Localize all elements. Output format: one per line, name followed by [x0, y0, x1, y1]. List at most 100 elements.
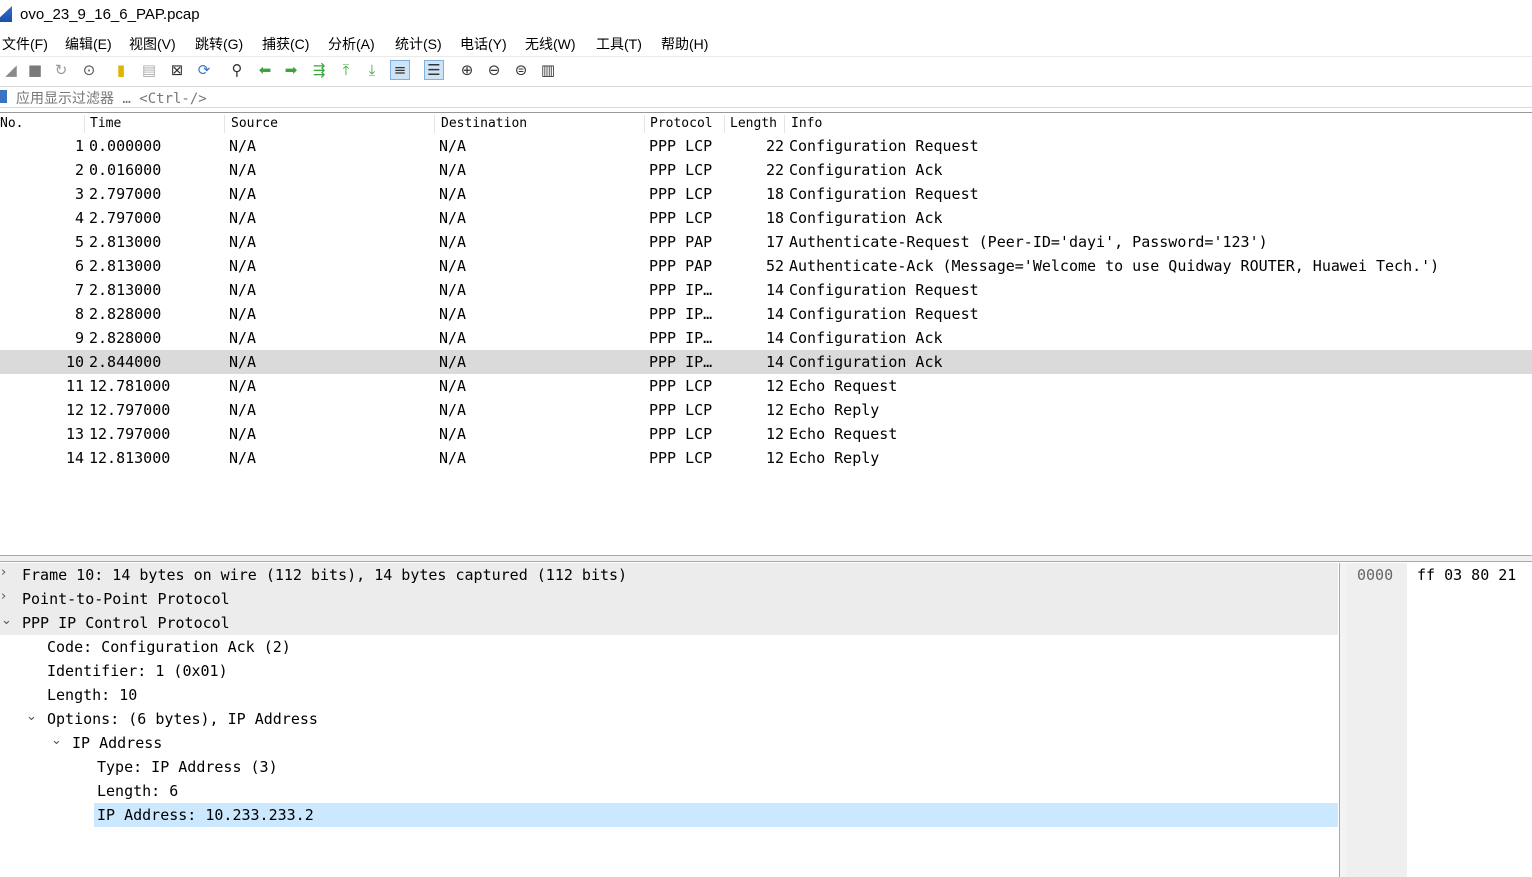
column-header-info[interactable]: Info	[791, 116, 822, 131]
menu-edit[interactable]: 编辑(E)	[65, 34, 112, 54]
packet-info: Configuration Ack	[789, 161, 943, 179]
goto-icon[interactable]: ⇶	[310, 61, 328, 79]
bookmark-icon[interactable]	[0, 90, 7, 103]
zoom-reset-icon[interactable]: ⊜	[512, 61, 530, 79]
expand-arrow-icon[interactable]: ›	[1, 589, 15, 604]
packet-row[interactable]: 5 2.813000 N/A N/A PPP PAP 17 Authenticate-Req…	[0, 230, 1532, 254]
forward-icon[interactable]: ➡	[282, 61, 300, 79]
expand-arrow-icon[interactable]: ›	[1, 565, 15, 580]
detail-tree-item[interactable]: Identifier: 1 (0x01)	[0, 659, 1338, 683]
menu-statistics[interactable]: 统计(S)	[395, 34, 442, 54]
collapse-arrow-icon[interactable]: ⌄	[26, 709, 40, 724]
detail-tree-text: Type: IP Address (3)	[97, 758, 278, 776]
packet-length: 12	[765, 425, 784, 443]
menu-file[interactable]: 文件(F)	[2, 34, 48, 54]
packet-info: Configuration Request	[789, 137, 979, 155]
packet-row[interactable]: 2 0.016000 N/A N/A PPP LCP 22 Configuration Ac…	[0, 158, 1532, 182]
detail-tree-item[interactable]: › Point-to-Point Protocol	[0, 587, 1338, 611]
column-header-length[interactable]: Length	[730, 116, 777, 131]
packet-row[interactable]: 1 0.000000 N/A N/A PPP LCP 22 Configuration Re…	[0, 134, 1532, 158]
packet-info: Echo Request	[789, 377, 898, 395]
packet-length: 18	[765, 209, 784, 227]
packet-length: 17	[765, 233, 784, 251]
packet-row[interactable]: 12 12.797000 N/A N/A PPP LCP 12 Echo Reply	[0, 398, 1532, 422]
packet-details-pane: › Frame 10: 14 bytes on wire (112 bits), …	[0, 563, 1340, 877]
open-icon[interactable]: ▮	[112, 61, 130, 79]
find-icon[interactable]: ⚲	[228, 61, 246, 79]
packet-row[interactable]: 3 2.797000 N/A N/A PPP LCP 18 Configuration Re…	[0, 182, 1532, 206]
packet-row[interactable]: 13 12.797000 N/A N/A PPP LCP 12 Echo Request	[0, 422, 1532, 446]
packet-row[interactable]: 7 2.813000 N/A N/A PPP IP… 14 Configuration Re…	[0, 278, 1532, 302]
packet-row[interactable]: 11 12.781000 N/A N/A PPP LCP 12 Echo Request	[0, 374, 1532, 398]
display-filter-bar: 应用显示过滤器 … <Ctrl-/>	[0, 86, 1532, 108]
detail-tree-text: IP Address	[72, 734, 163, 752]
bytes-offset-column	[1347, 563, 1407, 877]
menu-wireless[interactable]: 无线(W)	[525, 34, 576, 54]
packet-length: 52	[765, 257, 784, 275]
column-header-no[interactable]: No.	[0, 116, 23, 131]
detail-tree-item[interactable]: › Frame 10: 14 bytes on wire (112 bits), …	[0, 563, 1338, 587]
detail-tree-text: IP Address: 10.233.233.2	[97, 806, 314, 824]
collapse-arrow-icon[interactable]: ⌄	[1, 613, 15, 628]
collapse-arrow-icon[interactable]: ⌄	[51, 733, 65, 748]
back-icon[interactable]: ⬅	[256, 61, 274, 79]
packet-list-header: No. Time Source Destination Protocol Len…	[0, 112, 1532, 135]
last-packet-icon[interactable]: ⤓	[363, 61, 381, 79]
bytes-hex[interactable]: ff 03 80 21	[1417, 566, 1516, 584]
detail-tree-text: Code: Configuration Ack (2)	[47, 638, 291, 656]
restart-icon[interactable]: ↻	[52, 61, 70, 79]
resize-columns-icon[interactable]: ▥	[539, 61, 557, 79]
column-header-destination[interactable]: Destination	[441, 116, 527, 131]
detail-tree-item[interactable]: Length: 10	[0, 683, 1338, 707]
menu-capture[interactable]: 捕获(C)	[262, 34, 309, 54]
display-filter-input[interactable]: 应用显示过滤器 … <Ctrl-/>	[16, 88, 207, 107]
autoscroll-icon[interactable]: ≡	[390, 60, 410, 80]
detail-tree-item[interactable]: ⌄ IP Address	[0, 731, 1338, 755]
menu-tools[interactable]: 工具(T)	[596, 34, 642, 54]
packet-row[interactable]: 4 2.797000 N/A N/A PPP LCP 18 Configuration Ac…	[0, 206, 1532, 230]
stop-icon[interactable]: ■	[26, 61, 44, 79]
packet-info: Configuration Request	[789, 305, 979, 323]
detail-tree-item[interactable]: Length: 6	[0, 779, 1338, 803]
detail-tree-text: PPP IP Control Protocol	[22, 614, 230, 632]
menu-help[interactable]: 帮助(H)	[661, 34, 708, 54]
detail-tree-item[interactable]: ⌄ PPP IP Control Protocol	[0, 611, 1338, 635]
packet-info: Configuration Ack	[789, 353, 943, 371]
packet-info: Configuration Ack	[789, 329, 943, 347]
colorize-icon[interactable]: ☰	[424, 60, 444, 80]
detail-tree-text: Length: 10	[47, 686, 138, 704]
detail-tree-item[interactable]: Type: IP Address (3)	[0, 755, 1338, 779]
packet-length: 12	[765, 449, 784, 467]
first-packet-icon[interactable]: ⤒	[337, 61, 355, 79]
reload-icon[interactable]: ⟳	[195, 61, 213, 79]
detail-tree-text: Identifier: 1 (0x01)	[47, 662, 228, 680]
pane-splitter[interactable]	[0, 555, 1532, 562]
zoom-out-icon[interactable]: ⊖	[485, 61, 503, 79]
packet-info: Echo Reply	[789, 401, 880, 419]
menu-analyze[interactable]: 分析(A)	[328, 34, 375, 54]
packet-row[interactable]: 8 2.828000 N/A N/A PPP IP… 14 Configuration Re…	[0, 302, 1532, 326]
packet-row[interactable]: 9 2.828000 N/A N/A PPP IP… 14 Configuration Ac…	[0, 326, 1532, 350]
zoom-in-icon[interactable]: ⊕	[458, 61, 476, 79]
menu-view[interactable]: 视图(V)	[129, 34, 176, 54]
column-header-protocol[interactable]: Protocol	[650, 116, 713, 131]
close-file-icon[interactable]: ⊠	[168, 61, 186, 79]
column-header-source[interactable]: Source	[231, 116, 278, 131]
packet-row[interactable]: 6 2.813000 N/A N/A PPP PAP 52 Authenticate-Ack…	[0, 254, 1532, 278]
packet-info: Authenticate-Ack (Message='Welcome to us…	[789, 257, 1440, 275]
shark-start-icon[interactable]: ◢	[2, 61, 20, 79]
menu-telephony[interactable]: 电话(Y)	[460, 34, 507, 54]
options-icon[interactable]: ⊙	[80, 61, 98, 79]
detail-tree-item[interactable]: IP Address: 10.233.233.2	[94, 803, 1338, 827]
packet-length: 22	[765, 137, 784, 155]
packet-info: Configuration Request	[789, 185, 979, 203]
menu-go[interactable]: 跳转(G)	[195, 34, 243, 54]
save-icon[interactable]: ▤	[140, 61, 158, 79]
packet-row[interactable]: 10 2.844000 N/A N/A PPP IP… 14 Configuration A…	[0, 350, 1532, 374]
packet-length: 18	[765, 185, 784, 203]
column-header-time[interactable]: Time	[90, 116, 121, 131]
packet-bytes-pane: 0000 ff 03 80 21	[1347, 563, 1532, 877]
detail-tree-item[interactable]: ⌄ Options: (6 bytes), IP Address	[0, 707, 1338, 731]
packet-row[interactable]: 14 12.813000 N/A N/A PPP LCP 12 Echo Reply	[0, 446, 1532, 470]
detail-tree-item[interactable]: Code: Configuration Ack (2)	[0, 635, 1338, 659]
